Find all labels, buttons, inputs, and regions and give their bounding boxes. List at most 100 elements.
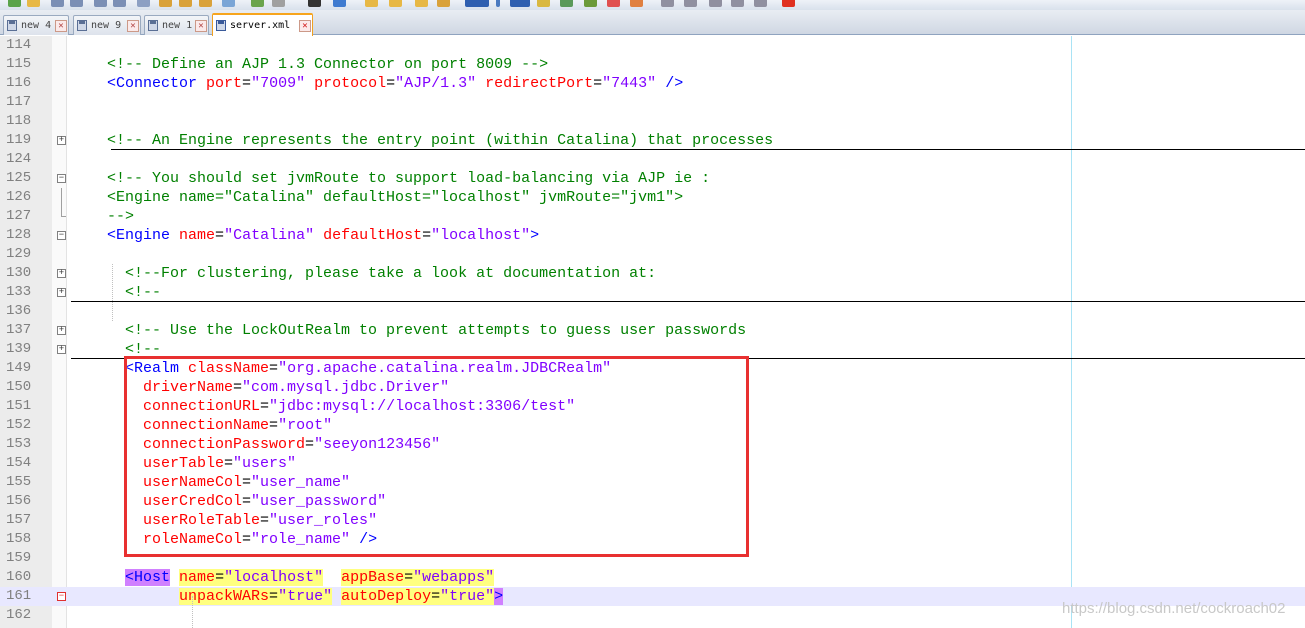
code-token: protocol bbox=[305, 75, 387, 92]
undo-icon[interactable] bbox=[222, 0, 235, 7]
tab-new-4[interactable]: new 4 ✕ bbox=[3, 15, 69, 35]
play-multiple-icon[interactable] bbox=[684, 0, 697, 7]
code-token: <Connector bbox=[71, 75, 207, 92]
code-token: /> bbox=[656, 75, 684, 92]
document-map-icon[interactable] bbox=[510, 0, 530, 7]
code-token: "true" bbox=[278, 588, 333, 605]
save-icon[interactable] bbox=[51, 0, 64, 7]
code-line[interactable]: 119 + <!-- An Engine represents the entry… bbox=[0, 131, 1305, 150]
line-number: 153 bbox=[6, 436, 32, 452]
code-token: <!-- You should set jvmRoute to support … bbox=[71, 170, 711, 187]
print-icon[interactable] bbox=[137, 0, 150, 7]
paste-icon[interactable] bbox=[199, 0, 212, 7]
line-number: 139 bbox=[6, 341, 32, 357]
folder-workspace-icon[interactable] bbox=[560, 0, 573, 7]
macro-icon[interactable] bbox=[731, 0, 744, 7]
close-tab-icon[interactable]: ✕ bbox=[299, 20, 311, 32]
indent-guide-icon[interactable] bbox=[465, 0, 489, 7]
code-line[interactable]: 124 bbox=[0, 150, 1305, 169]
editor-pane[interactable]: 114 115 <!-- Define an AJP 1.3 Connector … bbox=[0, 36, 1305, 628]
close-tab-icon[interactable]: ✕ bbox=[55, 20, 67, 32]
code-line[interactable]: 126 <Engine name="Catalina" defaultHost=… bbox=[0, 188, 1305, 207]
code-token: --> bbox=[71, 208, 135, 225]
code-line[interactable]: 133 + <!-- bbox=[0, 283, 1305, 302]
zoom-in-icon[interactable] bbox=[333, 0, 346, 7]
code-line[interactable]: 115 <!-- Define an AJP 1.3 Connector on … bbox=[0, 55, 1305, 74]
new-file-icon[interactable] bbox=[8, 0, 21, 7]
code-token: <!-- Use the LockOutRealm to prevent att… bbox=[71, 322, 747, 339]
spell-check-icon[interactable] bbox=[782, 0, 795, 7]
line-number: 119 bbox=[6, 132, 32, 148]
line-number: 125 bbox=[6, 170, 32, 186]
record-macro-icon[interactable] bbox=[607, 0, 620, 7]
code-line[interactable]: 136 bbox=[0, 302, 1305, 321]
code-line[interactable]: 117 bbox=[0, 93, 1305, 112]
close-all-icon[interactable] bbox=[113, 0, 126, 7]
code-line[interactable]: 116 <Connector port="7009" protocol="AJP… bbox=[0, 74, 1305, 93]
open-file-icon[interactable] bbox=[27, 0, 40, 7]
code-line[interactable]: 137 + <!-- Use the LockOutRealm to preven… bbox=[0, 321, 1305, 340]
code-token: = bbox=[593, 75, 603, 92]
monitoring-icon[interactable] bbox=[584, 0, 597, 7]
tab-new-1[interactable]: new 1 ✕ bbox=[144, 15, 209, 35]
code-token: <!-- Define an AJP 1.3 Connector on port… bbox=[71, 56, 549, 73]
cut-icon[interactable] bbox=[159, 0, 172, 7]
line-number: 157 bbox=[6, 512, 32, 528]
tab-label: new 4 bbox=[21, 20, 52, 31]
code-token: > bbox=[494, 588, 504, 605]
line-number: 150 bbox=[6, 379, 32, 395]
tab-label: new 1 bbox=[162, 20, 193, 31]
fold-expand-icon[interactable]: + bbox=[57, 345, 66, 354]
code-text: unpackWARs="true" autoDeploy="true"> bbox=[71, 587, 504, 606]
close-tab-icon[interactable]: ✕ bbox=[195, 20, 207, 32]
code-text: <Engine name="Catalina" defaultHost="loc… bbox=[71, 226, 539, 245]
stop-macro-icon[interactable] bbox=[630, 0, 643, 7]
fold-collapse-icon[interactable]: − bbox=[57, 592, 66, 601]
code-line[interactable]: 130 + <!--For clustering, please take a l… bbox=[0, 264, 1305, 283]
code-token: appBase bbox=[341, 569, 405, 586]
code-token: = bbox=[422, 227, 432, 244]
line-number: 152 bbox=[6, 417, 32, 433]
close-tab-icon[interactable]: ✕ bbox=[127, 20, 139, 32]
fold-expand-icon[interactable]: + bbox=[57, 269, 66, 278]
fold-collapse-icon[interactable]: − bbox=[57, 174, 66, 183]
fold-expand-icon[interactable]: + bbox=[57, 288, 66, 297]
code-token: = bbox=[215, 227, 225, 244]
code-text: <!--For clustering, please take a look a… bbox=[71, 264, 656, 283]
code-line[interactable]: 160 <Host name="localhost" appBase="weba… bbox=[0, 568, 1305, 587]
sync-icon[interactable] bbox=[389, 0, 402, 7]
code-token: <!-- An Engine represents the entry poin… bbox=[71, 132, 774, 149]
fold-collapse-icon[interactable]: − bbox=[57, 231, 66, 240]
save-all-icon[interactable] bbox=[70, 0, 83, 7]
line-number: 129 bbox=[6, 246, 32, 262]
copy-icon[interactable] bbox=[179, 0, 192, 7]
fold-expand-icon[interactable]: + bbox=[57, 136, 66, 145]
code-line[interactable]: 114 bbox=[0, 36, 1305, 55]
close-icon[interactable] bbox=[94, 0, 107, 7]
run-icon[interactable] bbox=[754, 0, 767, 7]
file-icon bbox=[77, 20, 87, 31]
all-chars-icon[interactable] bbox=[437, 0, 450, 7]
play-macro-icon[interactable] bbox=[661, 0, 674, 7]
redo-icon[interactable] bbox=[251, 0, 264, 7]
line-number: 159 bbox=[6, 550, 32, 566]
fold-expand-icon[interactable]: + bbox=[57, 326, 66, 335]
wrap-icon[interactable] bbox=[415, 0, 428, 7]
tab-new-9[interactable]: new 9 ✕ bbox=[73, 15, 141, 35]
replace-icon[interactable] bbox=[308, 0, 321, 7]
code-token: "AJP/1.3" bbox=[395, 75, 477, 92]
code-line[interactable]: 127 --> bbox=[0, 207, 1305, 226]
code-token: <Host bbox=[125, 569, 171, 586]
save-macro-icon[interactable] bbox=[709, 0, 722, 7]
code-line[interactable]: 128− <Engine name="Catalina" defaultHost… bbox=[0, 226, 1305, 245]
code-line[interactable]: 125 − <!-- You should set jvmRoute to sup… bbox=[0, 169, 1305, 188]
find-icon[interactable] bbox=[272, 0, 285, 7]
line-number: 115 bbox=[6, 56, 32, 72]
code-line[interactable]: 118 bbox=[0, 112, 1305, 131]
function-list-icon[interactable] bbox=[537, 0, 550, 7]
zoom-out-icon[interactable] bbox=[365, 0, 378, 7]
code-line[interactable]: 129 bbox=[0, 245, 1305, 264]
tab-server-xml[interactable]: server.xml ✕ bbox=[212, 13, 313, 36]
